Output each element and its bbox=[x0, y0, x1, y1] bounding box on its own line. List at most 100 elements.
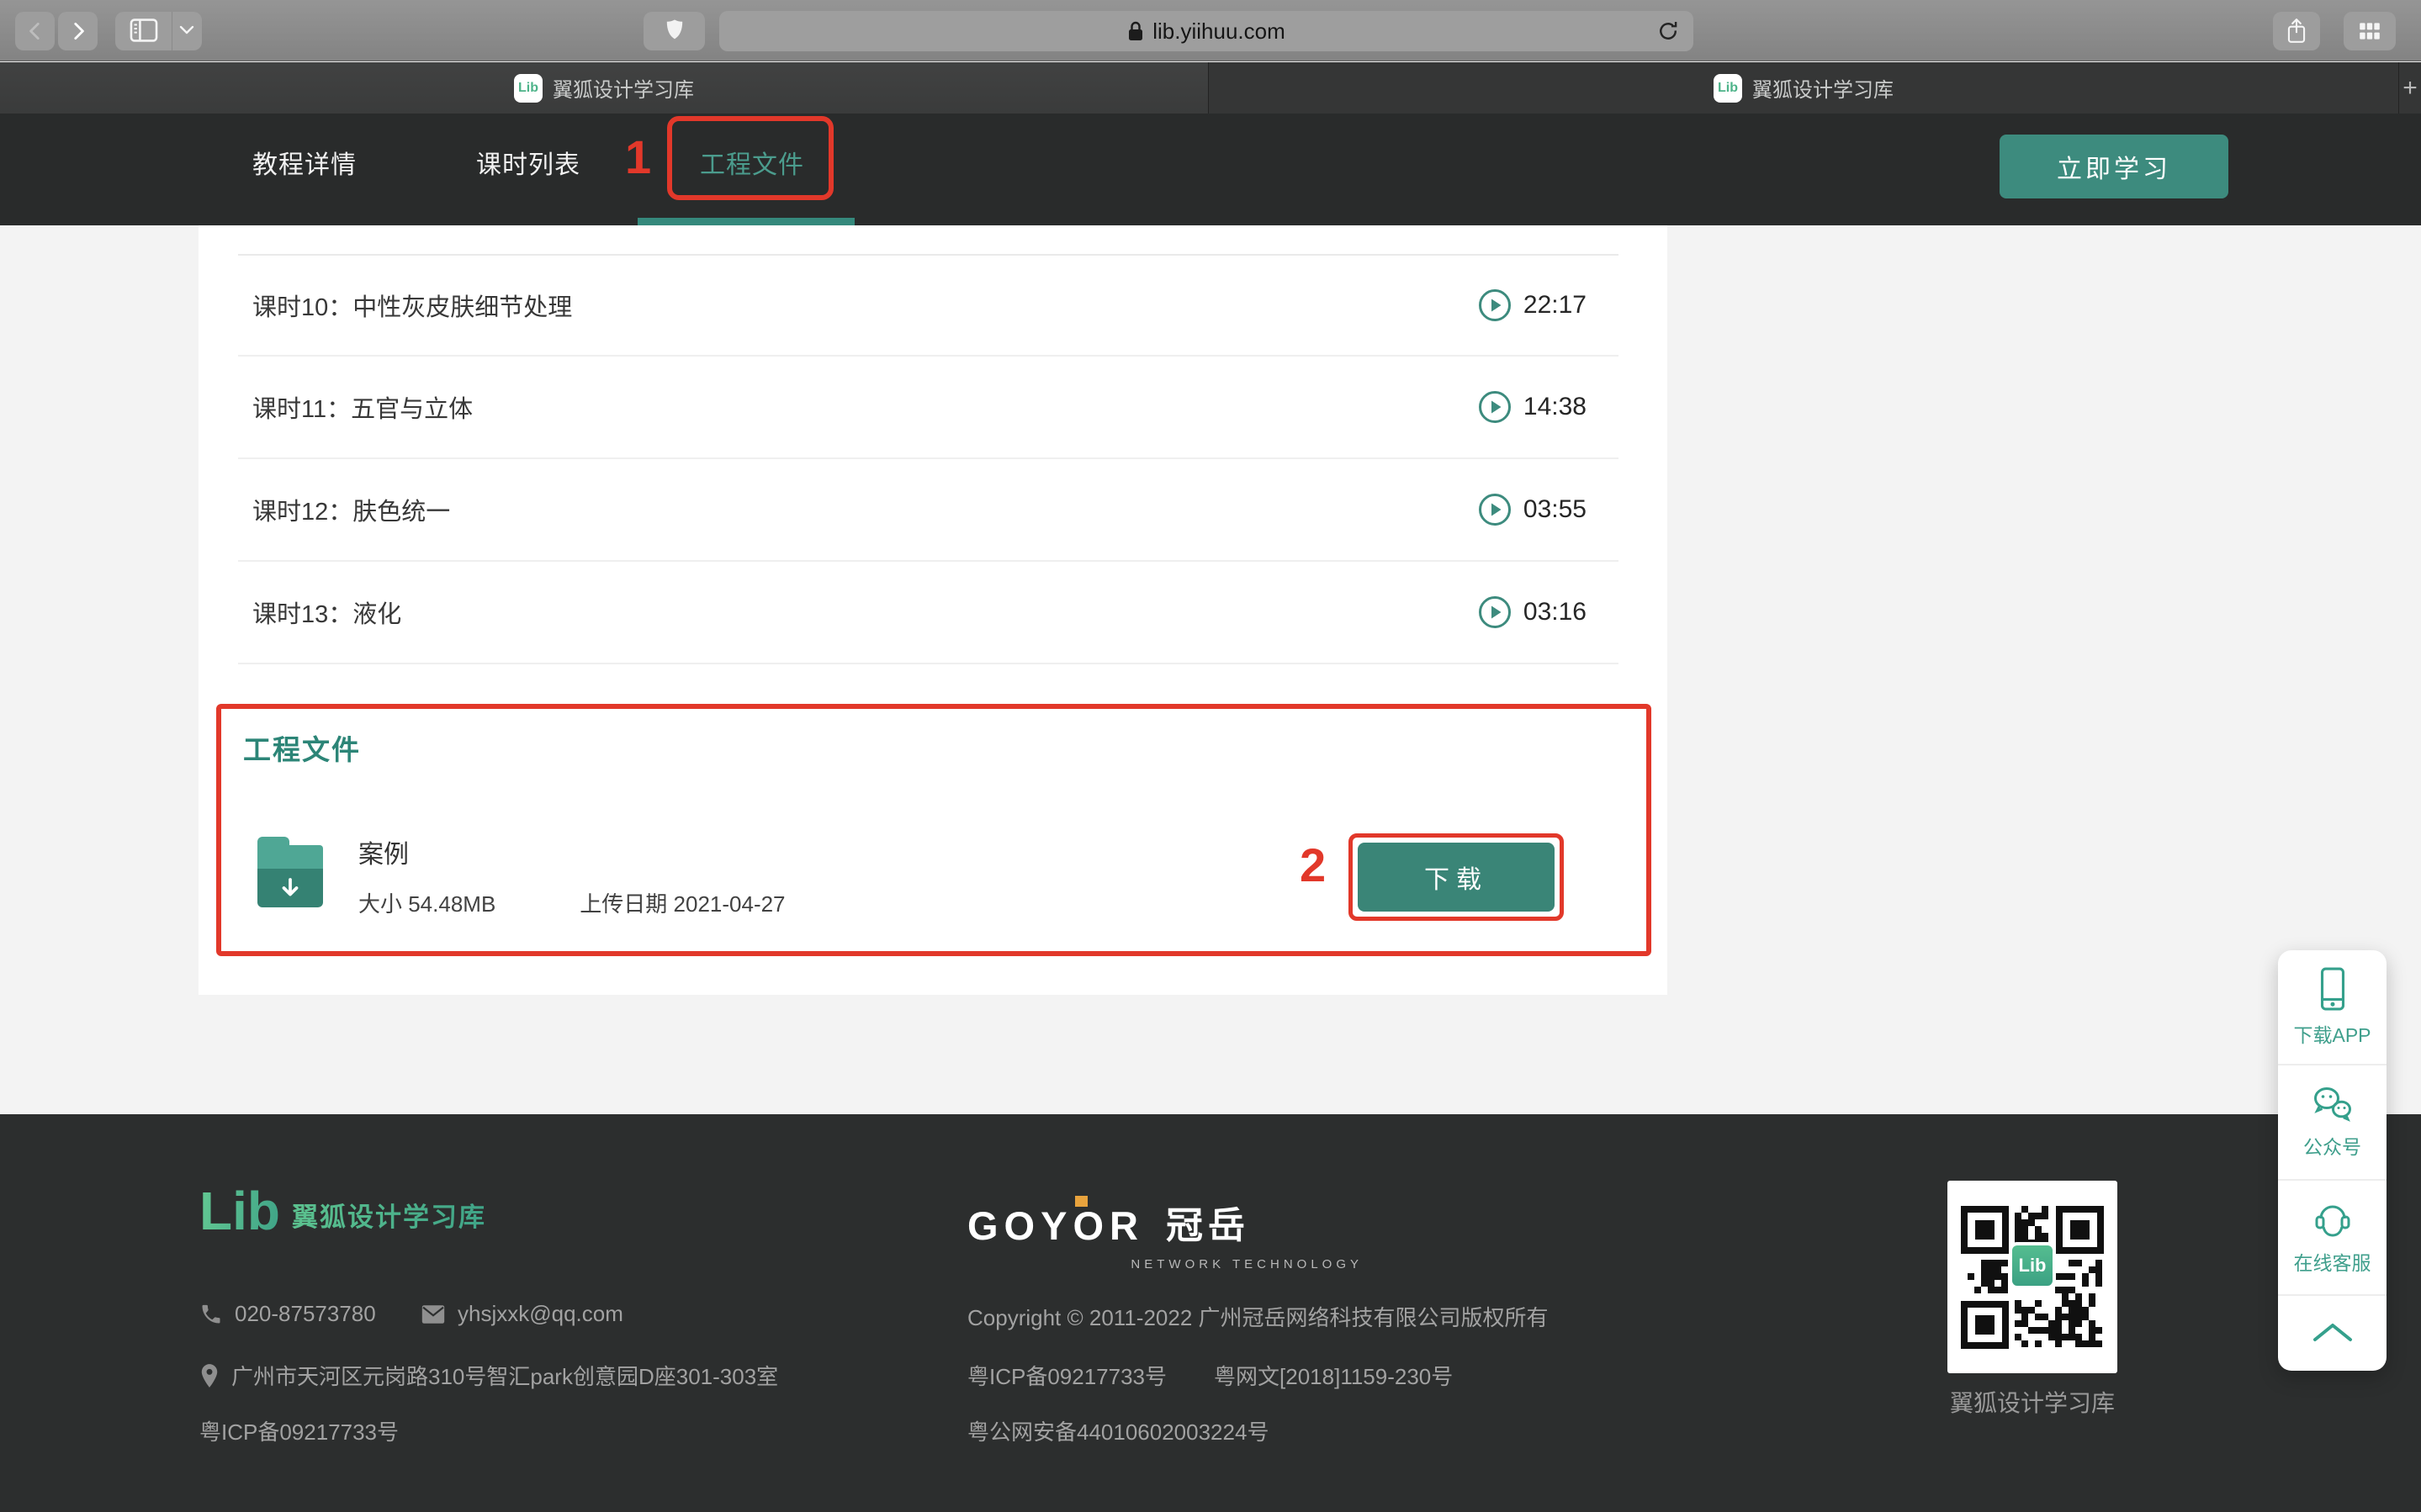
favicon-text: Lib bbox=[1718, 81, 1738, 96]
phone-icon bbox=[2315, 967, 2350, 1011]
back-button[interactable] bbox=[15, 12, 55, 50]
goyor-accent-square bbox=[1075, 1196, 1088, 1207]
grid-icon bbox=[2357, 19, 2382, 43]
address-bar[interactable]: lib.yiihuu.com bbox=[719, 11, 1693, 51]
annotation-step-2: 2 bbox=[1300, 842, 1326, 889]
forward-button[interactable] bbox=[58, 12, 98, 50]
play-icon[interactable] bbox=[1478, 288, 1512, 322]
lesson-duration: 03:55 bbox=[1523, 495, 1587, 524]
online-service-button[interactable]: 在线客服 bbox=[2278, 1181, 2387, 1296]
download-button[interactable]: 下载 bbox=[1358, 843, 1555, 912]
address-text: 广州市天河区元岗路310号智汇park创意园D座301-303室 bbox=[231, 1360, 778, 1391]
favicon-text: Lib bbox=[518, 81, 538, 96]
chevron-right-icon bbox=[67, 19, 89, 44]
new-tab-button[interactable]: + bbox=[2399, 62, 2421, 114]
tab-bar: Lib 翼狐设计学习库 Lib 翼狐设计学习库 + bbox=[0, 62, 2421, 114]
lesson-title: 课时13：液化 bbox=[252, 595, 401, 630]
play-icon[interactable] bbox=[1478, 390, 1512, 424]
favicon: Lib bbox=[1714, 74, 1742, 103]
site-footer: Lib 翼狐设计学习库 020-87573780 yhsjxxk@qq.com … bbox=[0, 1114, 2421, 1512]
lib-logo: Lib bbox=[199, 1188, 280, 1234]
fw-label: 在线客服 bbox=[2294, 1247, 2371, 1276]
lesson-duration: 14:38 bbox=[1523, 393, 1587, 421]
lesson-duration: 22:17 bbox=[1523, 291, 1587, 320]
fw-label: 下载APP bbox=[2293, 1019, 2371, 1048]
mail-icon bbox=[421, 1304, 446, 1324]
learn-now-button[interactable]: 立即学习 bbox=[2000, 135, 2228, 198]
footer-copyright: Copyright © 2011-2022 广州冠岳网络科技有限公司版权所有 bbox=[967, 1301, 1549, 1332]
qr-code-box: Lib bbox=[1947, 1181, 2117, 1373]
tab-title: 翼狐设计学习库 bbox=[553, 73, 694, 103]
page-background: 课时10：中性灰皮肤细节处理 22:17 课时11：五官与立体 14:38 课时… bbox=[0, 225, 2421, 1114]
safari-window: lib.yiihuu.com Lib 翼狐设计学习库 Lib 翼狐设计学习库 +… bbox=[0, 0, 2421, 1512]
file-size: 大小 54.48MB bbox=[358, 887, 495, 918]
active-tab-underline bbox=[638, 218, 855, 225]
goyor-logo-cn: 冠岳 bbox=[1166, 1195, 1250, 1249]
chevron-down-icon bbox=[179, 25, 194, 38]
qr-finder bbox=[1961, 1301, 2009, 1349]
lesson-duration: 03:16 bbox=[1523, 598, 1587, 626]
sidebar-button-group bbox=[115, 12, 202, 50]
play-icon[interactable] bbox=[1478, 493, 1512, 526]
lesson-title: 课时10：中性灰皮肤细节处理 bbox=[252, 288, 572, 323]
annotation-step-1: 1 bbox=[625, 134, 651, 181]
annotation-box-1 bbox=[667, 116, 834, 200]
file-name: 案例 bbox=[358, 833, 409, 870]
lesson-list: 课时10：中性灰皮肤细节处理 22:17 课时11：五官与立体 14:38 课时… bbox=[238, 254, 1618, 664]
phone-number: 020-87573780 bbox=[235, 1301, 376, 1327]
sidebar-dropdown-button[interactable] bbox=[172, 12, 201, 50]
location-pin-icon bbox=[199, 1363, 220, 1388]
share-icon bbox=[2286, 18, 2307, 45]
url-text: lib.yiihuu.com bbox=[1152, 19, 1285, 45]
browser-tab-1[interactable]: Lib 翼狐设计学习库 bbox=[0, 62, 1209, 114]
sidebar-icon bbox=[130, 18, 158, 45]
tab-course-details[interactable]: 教程详情 bbox=[252, 144, 357, 181]
annotation-box-2: 下载 bbox=[1348, 833, 1564, 921]
net-license-text: 粤网文[2018]1159-230号 bbox=[1214, 1360, 1453, 1391]
goyor-logo-text: GOYOR bbox=[967, 1203, 1144, 1249]
lesson-title: 课时11：五官与立体 bbox=[252, 389, 473, 425]
lock-icon bbox=[1127, 20, 1144, 42]
sidebar-toggle-button[interactable] bbox=[115, 12, 172, 50]
qr-finder bbox=[2056, 1206, 2104, 1254]
shield-icon bbox=[664, 18, 686, 45]
chevron-up-icon bbox=[2311, 1321, 2355, 1343]
fw-label: 公众号 bbox=[2303, 1131, 2361, 1160]
qr-caption: 翼狐设计学习库 bbox=[1947, 1385, 2117, 1419]
phone-icon bbox=[199, 1303, 223, 1326]
wechat-icon bbox=[2311, 1086, 2355, 1123]
lib-logo-name: 翼狐设计学习库 bbox=[292, 1196, 486, 1234]
reload-button[interactable] bbox=[1656, 19, 1680, 46]
favicon: Lib bbox=[514, 74, 543, 103]
content-card: 课时10：中性灰皮肤细节处理 22:17 课时11：五官与立体 14:38 课时… bbox=[199, 225, 1667, 995]
qr-finder bbox=[1961, 1206, 2009, 1254]
project-files-section: 工程文件 案例 大小 54.48MB 上传日期 2021-04-27 2 下载 bbox=[216, 704, 1651, 956]
email-address: yhsjxxk@qq.com bbox=[458, 1301, 623, 1327]
chevron-left-icon bbox=[24, 19, 46, 44]
copyright-text: Copyright © 2011-2022 广州冠岳网络科技有限公司版权所有 bbox=[967, 1301, 1549, 1332]
lesson-row[interactable]: 课时12：肤色统一 03:55 bbox=[238, 459, 1618, 562]
back-to-top-button[interactable] bbox=[2278, 1296, 2387, 1368]
tab-lesson-list[interactable]: 课时列表 bbox=[476, 144, 580, 181]
goyor-subtitle: NETWORK TECHNOLOGY bbox=[967, 1257, 1363, 1271]
partner-logo: GOYOR 冠岳 NETWORK TECHNOLOGY bbox=[967, 1195, 1363, 1271]
footer-icp-left: 粤ICP备09217733号 bbox=[199, 1415, 399, 1446]
icp-text: 粤ICP备09217733号 bbox=[967, 1360, 1167, 1391]
lesson-row[interactable]: 课时10：中性灰皮肤细节处理 22:17 bbox=[238, 254, 1618, 357]
footer-logo: Lib 翼狐设计学习库 bbox=[199, 1188, 486, 1234]
download-app-button[interactable]: 下载APP bbox=[2278, 950, 2387, 1065]
footer-security-record: 粤公网安备44010602003224号 bbox=[967, 1415, 1269, 1446]
browser-toolbar: lib.yiihuu.com bbox=[0, 0, 2421, 61]
browser-tab-2[interactable]: Lib 翼狐设计学习库 bbox=[1209, 62, 2399, 114]
tab-title: 翼狐设计学习库 bbox=[1752, 73, 1894, 103]
footer-address: 广州市天河区元岗路310号智汇park创意园D座301-303室 bbox=[199, 1360, 778, 1391]
lesson-row[interactable]: 课时11：五官与立体 14:38 bbox=[238, 357, 1618, 459]
privacy-report-button[interactable] bbox=[644, 12, 705, 50]
lesson-row[interactable]: 课时13：液化 03:16 bbox=[238, 562, 1618, 664]
share-button[interactable] bbox=[2273, 12, 2320, 50]
play-icon[interactable] bbox=[1478, 595, 1512, 629]
wechat-official-button[interactable]: 公众号 bbox=[2278, 1065, 2387, 1181]
footer-licenses: 粤ICP备09217733号 粤网文[2018]1159-230号 bbox=[967, 1360, 1453, 1391]
footer-email: yhsjxxk@qq.com bbox=[421, 1301, 623, 1327]
tab-overview-button[interactable] bbox=[2344, 12, 2396, 50]
